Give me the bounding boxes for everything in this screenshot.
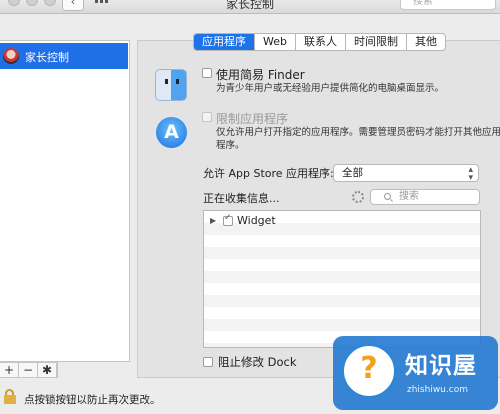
disclosure-triangle-icon[interactable]: ▶ [210,216,216,225]
simple-finder-checkbox[interactable] [202,68,212,78]
remove-user-button[interactable]: − [19,363,38,377]
sidebar-item-label: 家长控制 [25,51,69,64]
sidebar-toolbar: + − ✱ [0,362,58,378]
widget-checkbox[interactable] [223,213,233,226]
allow-app-store-label: 允许 App Store 应用程序: [203,167,334,180]
avatar [3,48,19,64]
simple-finder-label: 使用简易 Finder [216,68,305,82]
search-icon [384,193,391,200]
app-store-allow-value: 全部 [342,167,363,179]
app-list: ▶ Widget [203,210,481,348]
app-search-placeholder: 搜索 [399,191,419,202]
lock-icon[interactable] [4,389,16,404]
limit-apps-description-cont: 程序。 [216,140,245,151]
watermark-title: 知识屋 [405,353,477,379]
lock-hint-text: 点按锁按钮以防止再次更改。 [24,394,161,406]
chevron-updown-icon: ▴ ▾ [468,165,473,183]
list-item-label: Widget [237,214,276,227]
user-list-sidebar: 家长控制 [0,40,130,362]
title-bar: ‹ › 家长控制 搜索 [0,0,500,14]
watermark-url: zhishiwu.com [407,385,468,395]
collecting-info-label: 正在收集信息... [203,192,280,205]
app-store-icon: A [156,117,187,148]
prevent-dock-checkbox[interactable] [203,357,213,367]
limit-apps-description: 仅允许用户打开指定的应用程序。需要管理员密码才能打开其他应用 [216,127,500,138]
prevent-dock-label: 阻止修改 Dock [218,355,297,369]
limit-apps-label: 限制应用程序 [216,112,289,126]
gear-icon[interactable]: ✱ [38,363,57,377]
limit-apps-checkbox[interactable] [202,112,212,122]
tab-time-limits[interactable]: 时间限制 [346,34,407,50]
sidebar-item-parental-controls[interactable]: 家长控制 [0,43,128,69]
list-item[interactable]: ▶ Widget [204,213,480,229]
tab-other[interactable]: 其他 [407,34,445,50]
watermark-question-icon: ? [341,343,397,399]
add-user-button[interactable]: + [0,363,19,377]
tab-bar: 应用程序 Web 联系人 时间限制 其他 [193,33,446,51]
loading-spinner-icon [352,191,364,203]
tab-web[interactable]: Web [255,34,296,50]
app-store-allow-select[interactable]: 全部 ▴ ▾ [333,164,479,183]
tab-contacts[interactable]: 联系人 [296,34,346,50]
finder-icon [155,69,187,101]
tab-applications[interactable]: 应用程序 [194,34,255,50]
simple-finder-description: 为青少年用户或无经验用户提供简化的电脑桌面显示。 [216,83,445,94]
watermark-logo: ? 知识屋 zhishiwu.com [333,336,498,410]
preferences-search-input[interactable]: 搜索 [400,0,496,10]
app-search-input[interactable]: 搜索 [370,189,480,205]
